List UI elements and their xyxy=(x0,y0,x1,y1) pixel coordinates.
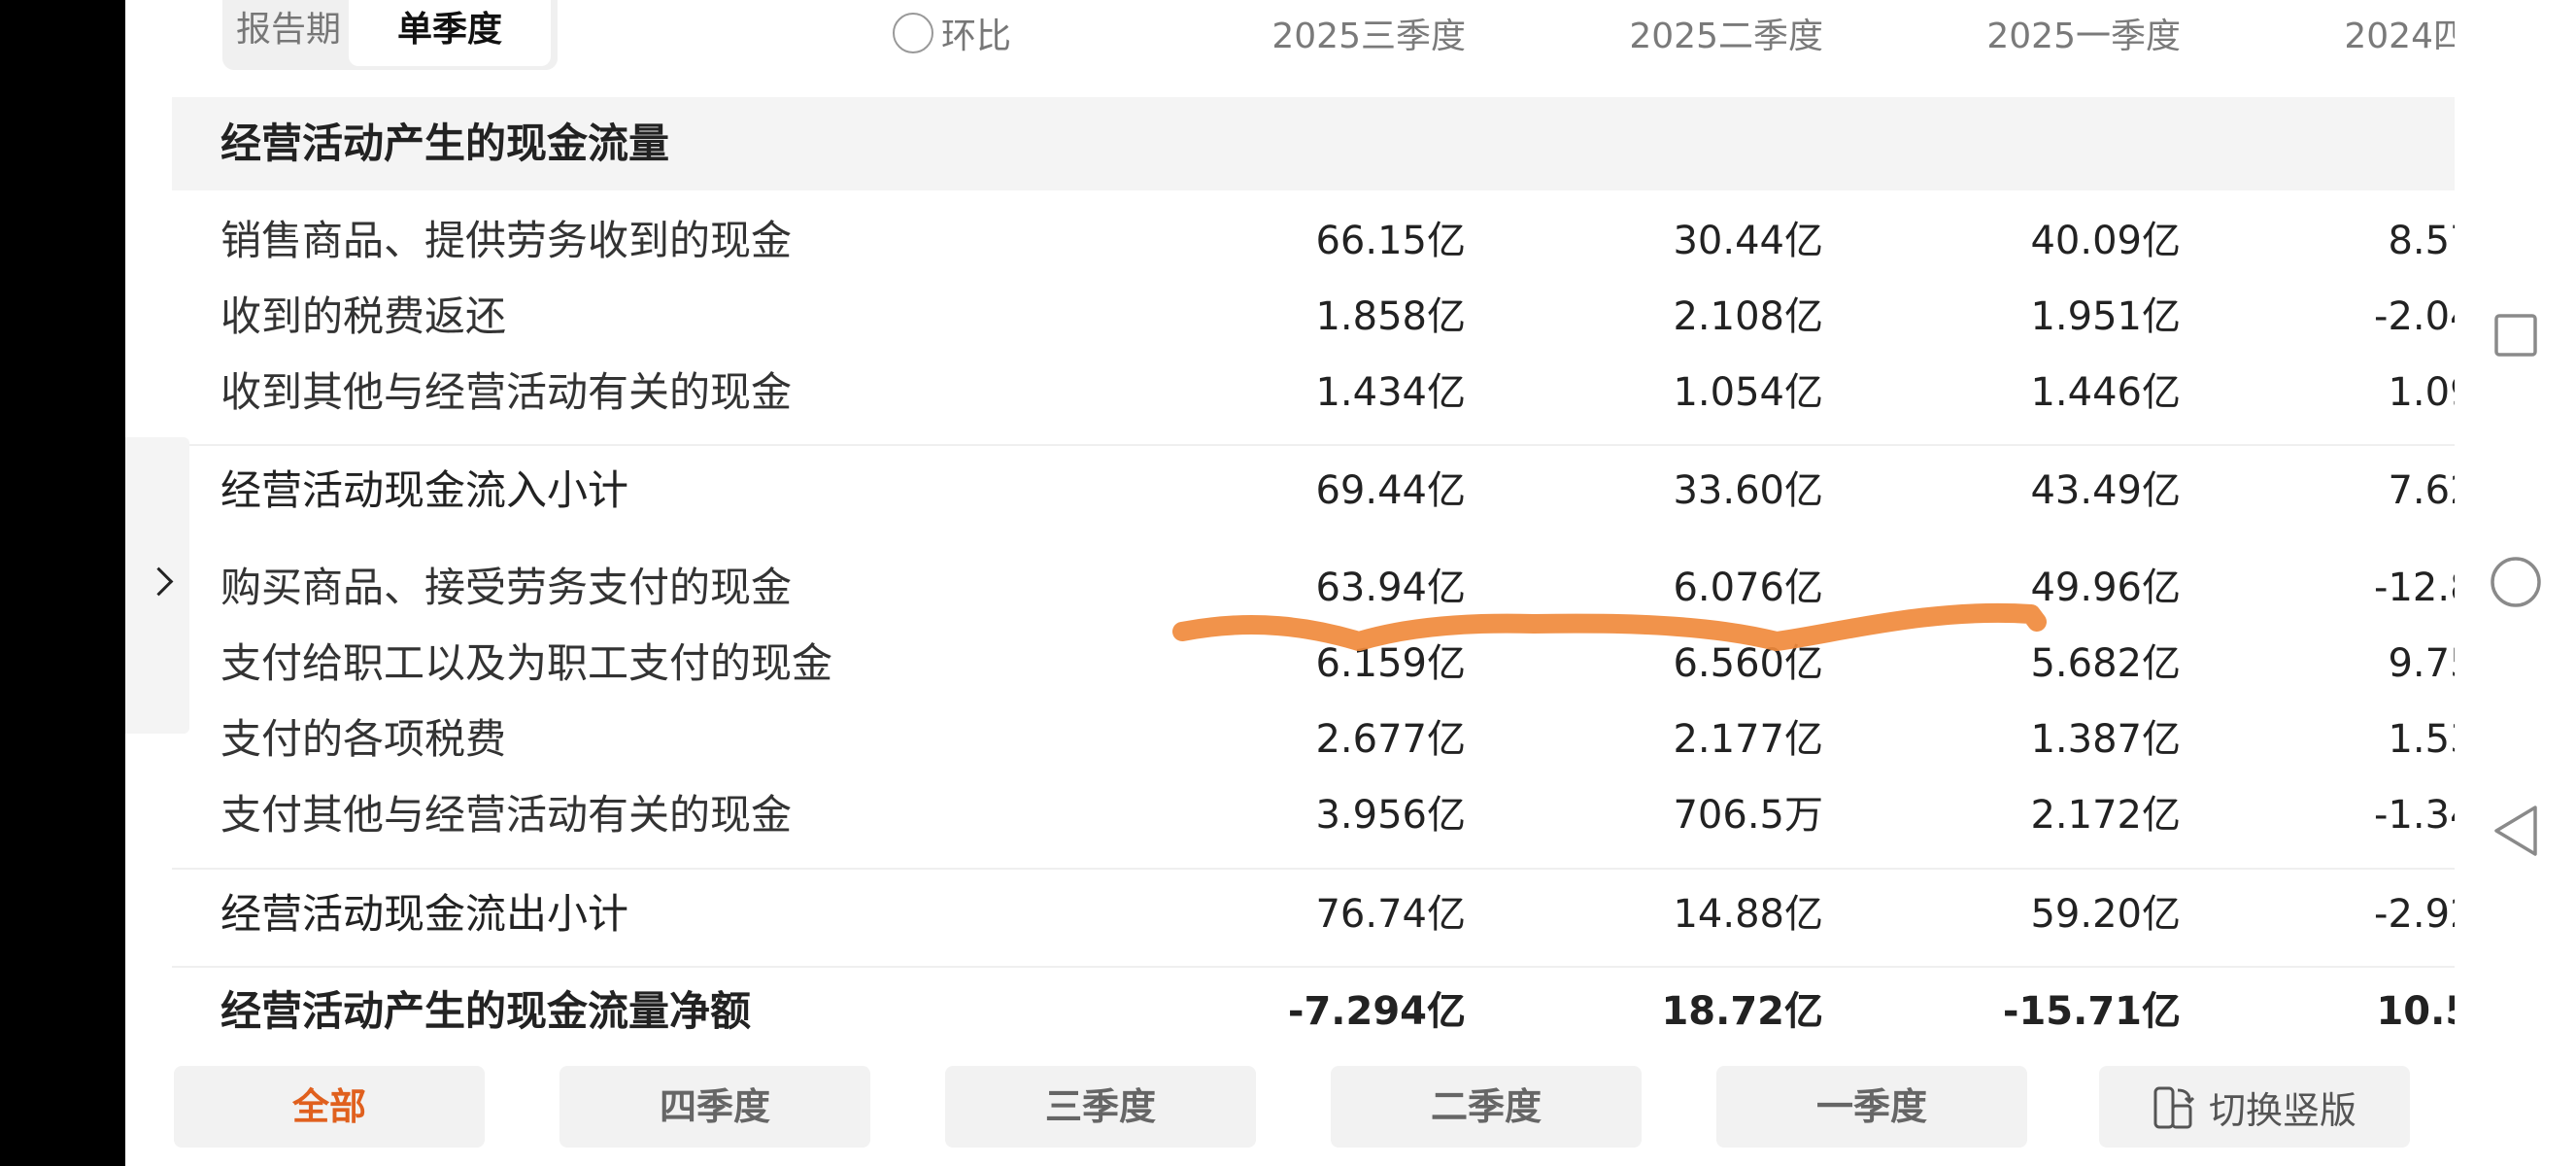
row-value: 1.951亿 xyxy=(2030,294,2181,339)
section-header: 经营活动产生的现金流量 xyxy=(172,97,2455,190)
row-label: 经营活动现金流出小计 xyxy=(220,890,629,938)
expand-panel-handle[interactable] xyxy=(125,437,189,734)
row-label: 收到其他与经营活动有关的现金 xyxy=(220,368,793,416)
row-value: 76.74亿 xyxy=(1315,892,1466,937)
table-row: 支付的各项税费 2.677亿 2.177亿 1.387亿 1.533亿 xyxy=(125,705,2538,773)
filter-all[interactable]: 全部 xyxy=(174,1066,485,1148)
row-value: 63.94亿 xyxy=(1315,566,1466,610)
row-value: 2.108亿 xyxy=(1673,294,1823,339)
row-value: -15.71亿 xyxy=(2002,989,2181,1034)
report-period-tab[interactable]: 报告期 xyxy=(234,0,343,66)
filter-q1[interactable]: 一季度 xyxy=(1716,1066,2027,1148)
row-label: 经营活动产生的现金流量净额 xyxy=(220,987,752,1035)
row-value: 1.434亿 xyxy=(1315,370,1466,415)
filter-q3[interactable]: 三季度 xyxy=(945,1066,1256,1148)
period-toggle: 报告期 单季度 xyxy=(222,0,558,70)
row-value: 2.677亿 xyxy=(1315,717,1466,762)
row-value: 18.72亿 xyxy=(1661,989,1823,1034)
subtotal-row: 经营活动现金流出小计 76.74亿 14.88亿 59.20亿 -2.924亿 xyxy=(125,880,2538,948)
row-value: 5.682亿 xyxy=(2030,641,2181,686)
row-value: -7.294亿 xyxy=(1287,989,1466,1034)
row-label: 支付给职工以及为职工支付的现金 xyxy=(220,639,833,687)
row-value: 6.560亿 xyxy=(1673,641,1823,686)
radio-icon[interactable] xyxy=(893,13,933,53)
row-value: 1.446亿 xyxy=(2030,370,2181,415)
row-value: 3.956亿 xyxy=(1315,793,1466,838)
row-divider xyxy=(172,868,2455,870)
table-row: 支付其他与经营活动有关的现金 3.956亿 706.5万 2.172亿 -1.3… xyxy=(125,781,2538,849)
row-value: 6.076亿 xyxy=(1673,566,1823,610)
cash-flow-panel: 报告期 单季度 环比 2025三季度 2025二季度 2025一季度 2024四… xyxy=(125,0,2538,1166)
back-triangle-icon xyxy=(2494,806,2537,856)
row-value: 40.09亿 xyxy=(2030,219,2181,263)
switch-orientation-label: 切换竖版 xyxy=(2208,1088,2356,1132)
row-label: 经营活动现金流入小计 xyxy=(220,466,629,514)
row-value: 706.5万 xyxy=(1673,793,1823,838)
back-button[interactable] xyxy=(2482,797,2550,865)
qoq-label: 环比 xyxy=(941,17,1012,56)
system-nav-bar xyxy=(2455,0,2576,1166)
subtotal-row: 经营活动现金流入小计 69.44亿 33.60亿 43.49亿 7.629亿 xyxy=(125,457,2538,525)
row-divider xyxy=(172,966,2455,968)
row-value: 1.387亿 xyxy=(2030,717,2181,762)
table-row: 收到其他与经营活动有关的现金 1.434亿 1.054亿 1.446亿 1.09… xyxy=(125,359,2538,427)
filter-q4[interactable]: 四季度 xyxy=(559,1066,870,1148)
row-value: 2.177亿 xyxy=(1673,717,1823,762)
row-value: 43.49亿 xyxy=(2030,468,2181,513)
circle-icon xyxy=(2491,557,2541,607)
switch-orientation-icon xyxy=(2153,1086,2195,1129)
column-header: 2025一季度 xyxy=(1986,17,2181,56)
column-header: 2025三季度 xyxy=(1271,17,1466,56)
chevron-right-icon xyxy=(144,566,174,597)
home-button[interactable] xyxy=(2482,548,2550,616)
row-value: 66.15亿 xyxy=(1315,219,1466,263)
square-icon xyxy=(2494,314,2537,357)
switch-orientation-button[interactable]: 切换竖版 xyxy=(2099,1066,2410,1148)
row-divider xyxy=(172,444,2455,446)
row-value: 14.88亿 xyxy=(1673,892,1823,937)
table-row: 购买商品、接受劳务支付的现金 63.94亿 6.076亿 49.96亿 -12.… xyxy=(125,554,2538,622)
filter-q2[interactable]: 二季度 xyxy=(1331,1066,1642,1148)
row-value: 59.20亿 xyxy=(2030,892,2181,937)
row-value: 1.054亿 xyxy=(1673,370,1823,415)
table-row: 销售商品、提供劳务收到的现金 66.15亿 30.44亿 40.09亿 8.57… xyxy=(125,207,2538,275)
row-label: 收到的税费返还 xyxy=(220,292,507,340)
row-value: 49.96亿 xyxy=(2030,566,2181,610)
single-quarter-tab[interactable]: 单季度 xyxy=(349,0,551,66)
row-label: 购买商品、接受劳务支付的现金 xyxy=(220,564,793,611)
row-value: 6.159亿 xyxy=(1315,641,1466,686)
row-value: 2.172亿 xyxy=(2030,793,2181,838)
table-row: 收到的税费返还 1.858亿 2.108亿 1.951亿 -2.042亿 xyxy=(125,283,2538,351)
column-header: 2025二季度 xyxy=(1629,17,1823,56)
table-row: 支付给职工以及为职工支付的现金 6.159亿 6.560亿 5.682亿 9.7… xyxy=(125,630,2538,698)
recents-button[interactable] xyxy=(2482,301,2550,369)
net-total-row: 经营活动产生的现金流量净额 -7.294亿 18.72亿 -15.71亿 10.… xyxy=(125,977,2538,1046)
row-value: 33.60亿 xyxy=(1673,468,1823,513)
row-value: 1.858亿 xyxy=(1315,294,1466,339)
qoq-toggle[interactable]: 环比 xyxy=(893,6,1011,60)
left-black-bar xyxy=(0,0,125,1166)
section-title: 经营活动产生的现金流量 xyxy=(220,120,670,167)
row-label: 销售商品、提供劳务收到的现金 xyxy=(220,217,793,264)
row-label: 支付其他与经营活动有关的现金 xyxy=(220,791,793,839)
row-value: 30.44亿 xyxy=(1673,219,1823,263)
row-value: 69.44亿 xyxy=(1315,468,1466,513)
row-label: 支付的各项税费 xyxy=(220,715,507,763)
